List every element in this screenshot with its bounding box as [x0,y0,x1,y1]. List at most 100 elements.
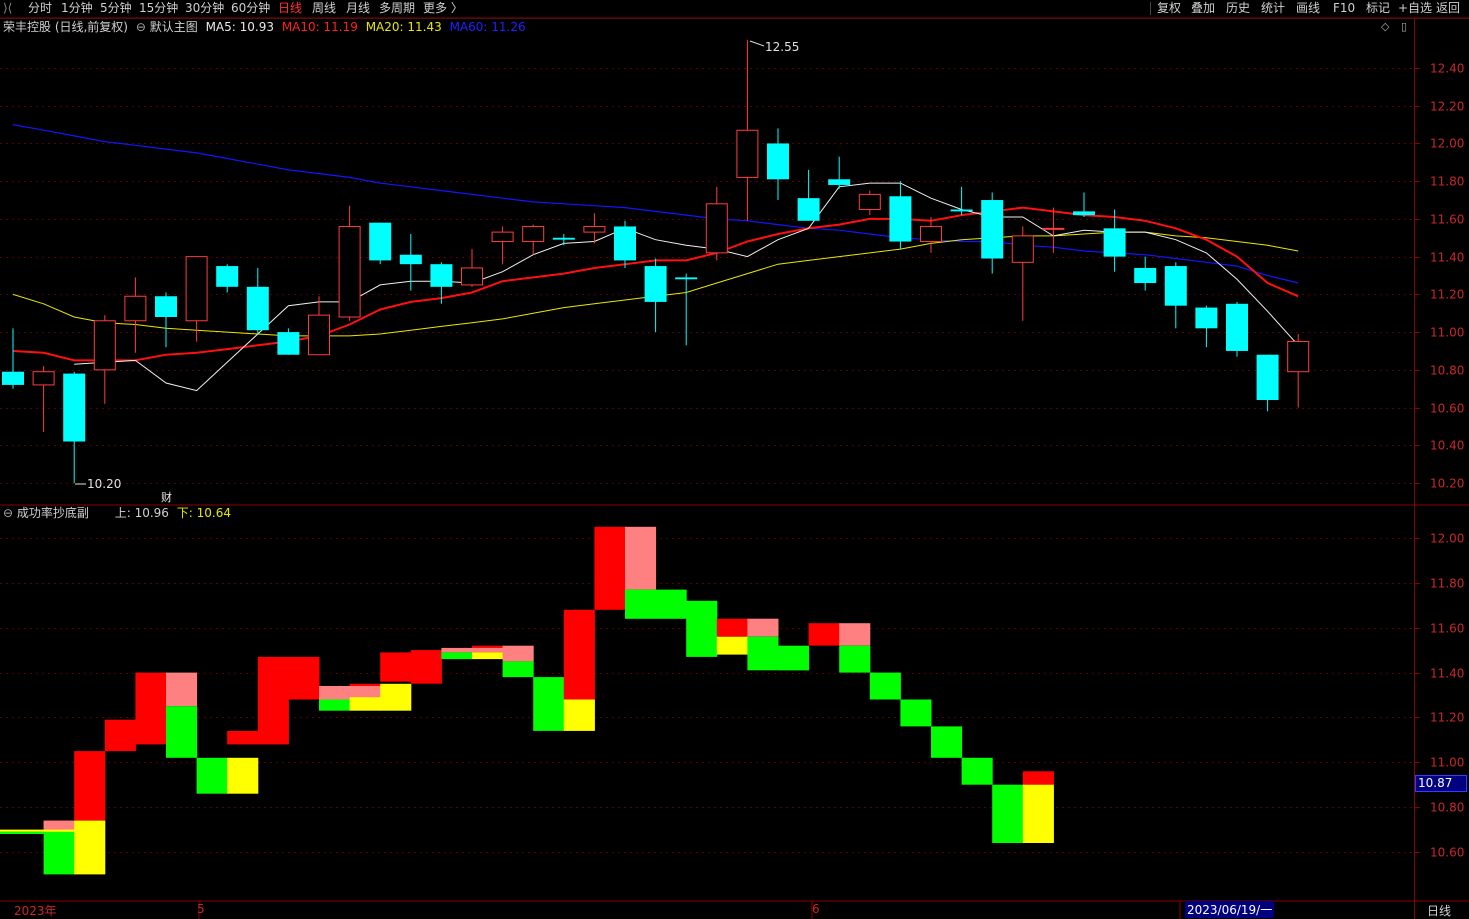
sub-block-green [166,706,198,758]
candle-body [1256,354,1279,400]
chart-canvas[interactable]: 12.40 12.20 12.00 11.80 11.60 11.40 11.20 11.00… [0,0,1469,919]
cursor-date-box: 2023/06/19/一 [1185,901,1275,918]
sub-tick-label: 10.80 [1430,801,1464,815]
sub-block-green [502,661,534,678]
sub-block-pink [441,647,473,653]
sub-tick-label: 10.60 [1430,846,1464,860]
main-tick-label: 12.40 [1430,62,1464,76]
sub-block-green [961,757,993,785]
sub-block-yellow [349,697,381,711]
sub-block-red [257,656,289,745]
sub-block-red [563,609,595,700]
candle-body [981,200,1004,259]
candle-body [767,143,789,180]
sub-tick-label: 12.00 [1430,532,1464,546]
sub-block-yellow [74,820,106,875]
sub-block-red [135,672,167,745]
candle-body [369,222,392,261]
candle-body [185,256,208,322]
sub-block-red [716,618,748,637]
sub-block-green [686,600,718,657]
sub-block-red [104,719,136,752]
sub-block-yellow [716,636,748,655]
sub-block-yellow [1022,784,1054,843]
period-indicator: 日线 [1427,904,1452,918]
high-arrow [749,40,765,47]
sub-block-green [839,645,871,673]
candle-body [614,226,636,261]
sub-block-red [380,652,412,682]
candle-body [797,198,820,221]
sub-block-red [349,683,381,686]
candle-body [338,225,361,318]
sub-block-yellow [0,829,44,832]
main-tick-label: 11.00 [1430,326,1464,340]
candle-body [1134,267,1157,284]
candle-body [920,225,942,243]
current-value-box: 10.87 [1415,775,1467,792]
candle-body [1073,211,1095,216]
sub-tick-label: 11.80 [1430,577,1464,591]
sub-block-red [594,526,626,610]
sub-block-green [778,645,810,671]
sub-block-red [74,751,106,821]
sub-tick-label: 11.00 [1430,756,1464,770]
main-tick-label: 10.40 [1430,439,1464,453]
sub-block-yellow [380,683,412,711]
candle-body [93,320,116,371]
candle-body [675,277,698,280]
main-tick-label: 10.60 [1430,402,1464,416]
date-axis: 2023年 5 6 2023/06/19/一 日线 [0,901,1469,919]
candle-body [1164,266,1187,306]
candle-body [1195,307,1218,329]
candle-body [63,373,86,442]
candle-body [889,196,912,242]
main-tick-label: 10.80 [1430,364,1464,378]
candle-body [308,314,330,356]
sub-block-green [931,726,963,758]
candle-body [828,179,851,185]
sub-block-green [0,831,44,834]
candle-body [399,254,422,265]
sub-block-yellow [43,829,75,832]
sub-block-red [410,650,442,684]
candle-body [461,267,483,286]
sub-block-red [808,623,840,646]
sub-block-red [472,645,504,648]
candle-body [705,203,728,254]
sub-block-yellow [472,652,504,660]
main-tick-label: 11.20 [1430,288,1464,302]
sub-block-pink [839,623,871,646]
candle-body [2,371,24,385]
date-label-may: 5 [197,902,205,916]
sub-block-green [43,831,75,875]
candle-body [522,225,545,243]
candle-body [950,209,973,212]
sub-block-pink [625,526,657,590]
candle-body [1226,303,1248,351]
financial-report-marker[interactable]: 财 [161,489,172,505]
candle-body [155,296,177,317]
candle-body [430,264,453,287]
candle-body [216,266,239,287]
sub-block-pink [747,618,779,637]
sub-block-green [319,699,351,711]
sub-block-green [747,636,779,671]
sub-block-pink [166,672,198,707]
candle-body [124,295,147,322]
main-tick-label: 12.20 [1430,100,1464,114]
candle-body [1287,341,1310,373]
candle-body [1103,228,1126,257]
sub-block-green [992,784,1024,843]
sub-block-green [869,672,901,700]
candle-body [858,193,881,210]
sub-block-green [655,589,687,619]
main-tick-label: 12.00 [1430,137,1464,151]
low-price-label: 10.20 [87,477,122,491]
sub-block-green [441,652,473,660]
sub-block-green [625,589,657,619]
sub-block-yellow [563,699,595,731]
sub-block-red [288,656,320,700]
sub-tick-label: 11.40 [1430,667,1464,681]
sub-block-yellow [227,757,259,794]
